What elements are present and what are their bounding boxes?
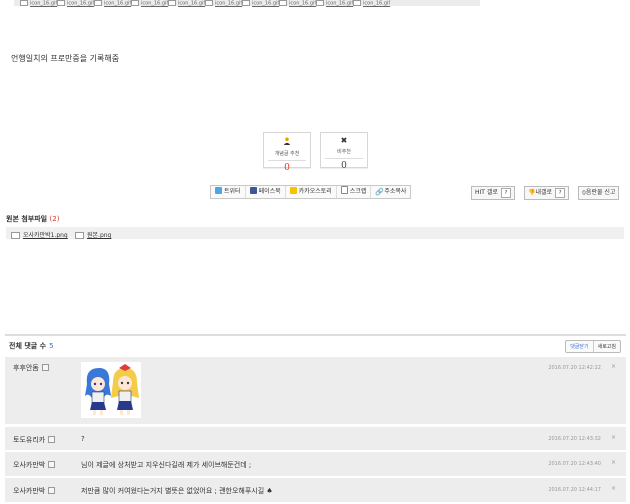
downvote-button[interactable]: ✖ 비추천 0: [320, 132, 368, 171]
link-icon: 🔗: [375, 188, 385, 196]
refresh-comments-button[interactable]: 새로고침: [594, 341, 620, 352]
help-icon[interactable]: ?: [555, 188, 566, 198]
my-gallery-button[interactable]: 👎내갤로?: [524, 186, 570, 200]
attachments-count: (2): [49, 215, 60, 223]
comment-author[interactable]: 오사카만박: [13, 460, 56, 470]
comment-text: ?: [81, 435, 85, 443]
top-attachment-link[interactable]: icon_16.gif: [205, 0, 242, 7]
report-button[interactable]: ⦸음란물 신고: [578, 186, 620, 200]
scrap-icon: [340, 186, 348, 194]
comment-author-name: 토도유리카: [13, 436, 46, 444]
copy-url-button[interactable]: 🔗주소복사: [371, 186, 410, 198]
attachments-title: 원본 첨부파일 (2): [6, 214, 59, 224]
comment-author-name: 오사카만박: [13, 487, 46, 495]
comment-date: 2016.07.20 12:43:32: [548, 436, 601, 442]
comment-row: 오사카만박 저만큼 많이 커여웠다는거지 별뜻은 없었어요 ; 괜한오해푸시길 …: [5, 478, 626, 503]
x-icon: ✖: [340, 136, 348, 145]
comment-image[interactable]: [81, 362, 141, 422]
downvote-count: 0: [325, 158, 363, 171]
hit-gallery-button[interactable]: HIT 갤로?: [471, 186, 515, 200]
top-attachment-link[interactable]: icon_16.gif: [168, 0, 205, 7]
downvote-label: 비추천: [337, 149, 351, 155]
attachment-link[interactable]: 오사카만박1.png: [11, 230, 68, 239]
member-level-icon: [48, 461, 56, 468]
recommend-count: 0: [268, 160, 306, 173]
delete-comment-icon[interactable]: ×: [611, 459, 616, 466]
member-level-icon: [48, 487, 56, 494]
comment-date: 2016.07.20 12:44:17: [548, 487, 601, 493]
my-gallery-label: 내갤로: [535, 189, 553, 196]
delete-comment-icon[interactable]: ×: [611, 434, 616, 441]
comment-date: 2016.07.20 12:42:22: [548, 365, 601, 371]
comment-text: 님이 제글에 상처받고 지우신다길래 제가 세이브해둔건데 ;: [81, 461, 252, 469]
comment-author-name: 오사카만박: [13, 461, 46, 469]
top-attachment-link[interactable]: icon_16.gif: [279, 0, 316, 7]
top-attachment-link[interactable]: icon_16.gif: [316, 0, 353, 7]
report-label: 음란물 신고: [585, 189, 616, 196]
attachments-title-label: 원본 첨부파일: [6, 215, 48, 223]
close-comments-button[interactable]: 댓글닫기: [566, 341, 594, 352]
comment-author[interactable]: 토도유리카: [13, 435, 56, 445]
delete-comment-icon[interactable]: ×: [611, 485, 616, 492]
top-attachment-link[interactable]: icon_16.gif: [242, 0, 279, 7]
attachment-link[interactable]: 원본.png: [75, 230, 111, 239]
comment-row: 후후안돔 2016.07.20 12:42:22 ×: [5, 357, 626, 425]
attachments-bar: 오사카만박1.png 원본.png: [6, 227, 624, 239]
top-attachment-strip: icon_16.gif icon_16.gif icon_16.gif icon…: [14, 0, 480, 7]
comments-header-label: 전체 댓글 수: [9, 342, 47, 350]
recommend-label: 개념글 추천: [274, 151, 300, 157]
comment-controls: 댓글닫기 새로고침: [565, 340, 621, 353]
share-facebook-button[interactable]: 페이스북: [246, 186, 286, 198]
help-icon[interactable]: ?: [500, 188, 511, 198]
top-attachment-link[interactable]: icon_16.gif: [20, 0, 57, 7]
recommend-button[interactable]: 개념글 추천 0: [263, 132, 311, 173]
top-attachment-link[interactable]: icon_16.gif: [94, 0, 131, 7]
scrap-button[interactable]: 스크랩: [337, 186, 372, 198]
post-body: 언행일치의 프로만중을 기록해줌: [11, 54, 120, 63]
comments-divider: [5, 334, 626, 336]
comment-author-name: 후후안돔: [13, 364, 39, 372]
comment-row: 토도유리카 ? 2016.07.20 12:43:32 ×: [5, 427, 626, 451]
share-kakao-button[interactable]: 카카오스토리: [286, 186, 337, 198]
member-level-icon: [48, 436, 56, 443]
person-icon: [264, 137, 310, 147]
share-kakao-label: 카카오스토리: [298, 188, 332, 195]
comment-date: 2016.07.20 12:43:40: [548, 461, 601, 467]
comment-author[interactable]: 후후안돔: [13, 363, 49, 373]
comments-header: 전체 댓글 수5: [9, 341, 54, 351]
share-facebook-label: 페이스북: [258, 188, 281, 195]
scrap-label: 스크랩: [349, 188, 367, 195]
comment-text: 저만큼 많이 커여웠다는거지 별뜻은 없었어요 ; 괜한오해푸시길 ♠: [81, 487, 273, 495]
share-twitter-button[interactable]: 트위터: [211, 186, 246, 198]
top-attachment-link[interactable]: icon_16.gif: [57, 0, 94, 7]
member-level-icon: [41, 364, 49, 371]
comment-author[interactable]: 오사카만박: [13, 486, 56, 496]
copy-url-label: 주소복사: [384, 188, 407, 195]
share-bar: 트위터 페이스북 카카오스토리 스크랩 🔗주소복사: [210, 185, 412, 199]
delete-comment-icon[interactable]: ×: [611, 363, 616, 370]
comment-row: 오사카만박 님이 제글에 상처받고 지우신다길래 제가 세이브해둔건데 ; 20…: [5, 452, 626, 477]
top-attachment-link[interactable]: icon_16.gif: [353, 0, 390, 7]
facebook-icon: [249, 187, 257, 194]
share-twitter-label: 트위터: [224, 188, 241, 195]
hit-gallery-label: HIT 갤로: [475, 189, 498, 196]
comments-count: 5: [49, 342, 54, 350]
twitter-icon: [215, 187, 222, 194]
kakaostory-icon: [289, 187, 297, 194]
top-attachment-link[interactable]: icon_16.gif: [131, 0, 168, 7]
